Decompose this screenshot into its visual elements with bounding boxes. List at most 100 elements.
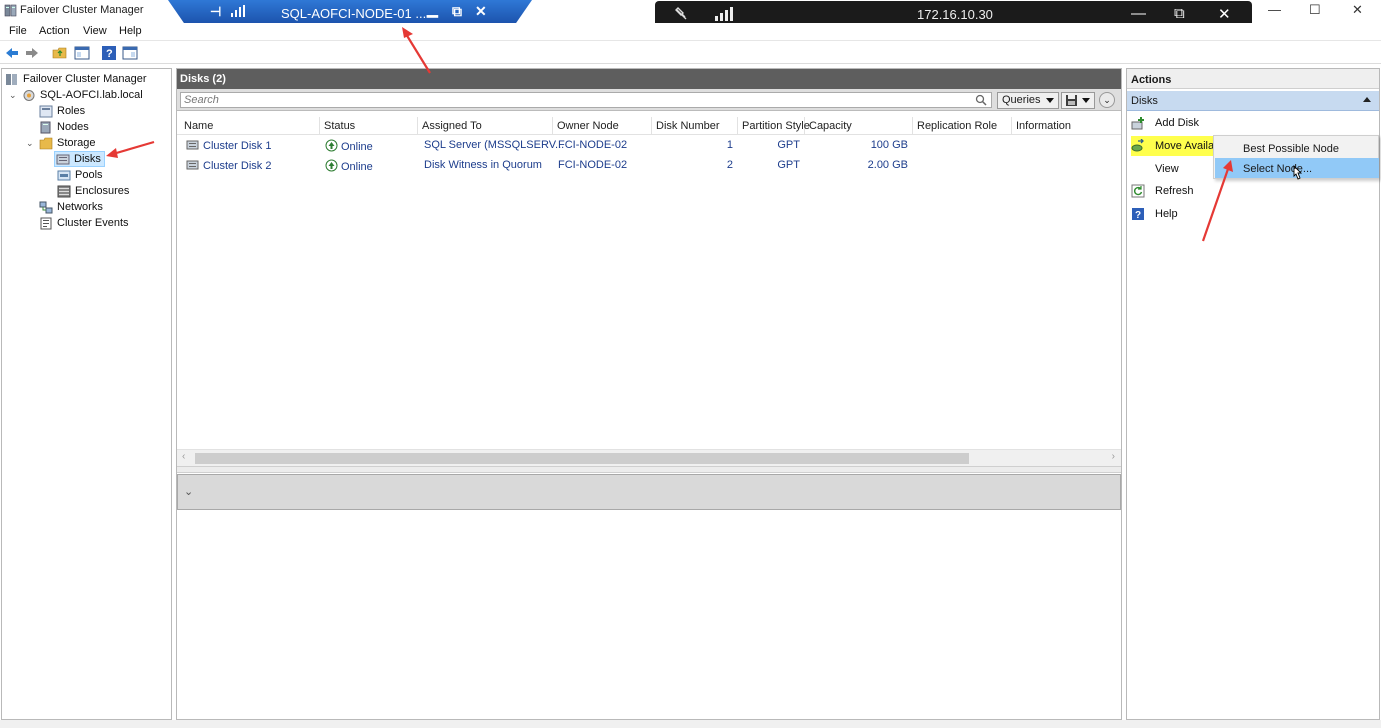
disk-status-cell: Online: [325, 139, 373, 153]
outer-close-button[interactable]: ✕: [1352, 2, 1363, 18]
tree-item-disks[interactable]: Disks: [54, 151, 105, 167]
unpin-icon[interactable]: [673, 6, 689, 22]
remote-restore-button[interactable]: ⧉: [1174, 5, 1185, 22]
column-header-name[interactable]: Name: [180, 117, 320, 135]
remote-minimize-button[interactable]: —: [1131, 5, 1146, 22]
column-header-owner-node[interactable]: Owner Node: [553, 117, 652, 135]
disk-name: Cluster Disk 2: [203, 160, 272, 172]
cluster-disk-icon: [186, 160, 199, 170]
tree-label: Disks: [74, 153, 101, 165]
pane-splitter[interactable]: [177, 466, 1121, 473]
rdp-restore-button[interactable]: ⧉: [452, 3, 462, 20]
tree-label: Cluster Events: [57, 217, 129, 229]
column-header-information[interactable]: Information: [1012, 117, 1121, 135]
toolbar: ?: [0, 42, 1381, 64]
tree-item-nodes[interactable]: Nodes: [39, 119, 89, 135]
show-hide-action-pane-icon[interactable]: [122, 45, 138, 61]
tree-item-enclosures[interactable]: Enclosures: [57, 183, 129, 199]
remote-host-address: 172.16.10.30: [917, 7, 993, 22]
menu-help[interactable]: Help: [119, 25, 142, 37]
rdp-minimize-button[interactable]: ▁: [427, 1, 438, 18]
search-placeholder: Search: [184, 94, 219, 106]
chevron-down-icon: [1046, 98, 1054, 103]
networks-icon: [39, 201, 53, 213]
refresh-icon: [1131, 184, 1145, 198]
scrollbar-thumb[interactable]: [195, 453, 969, 464]
cluster-manager-icon: [6, 73, 17, 85]
expand-details-chevron-icon[interactable]: ⌄: [184, 485, 193, 498]
actions-section-disks[interactable]: Disks: [1127, 91, 1379, 111]
status-bar: [0, 720, 1381, 728]
scroll-left-icon[interactable]: ‹: [182, 451, 185, 462]
disk-number: 2: [726, 159, 733, 171]
action-label: View: [1155, 163, 1179, 175]
queries-dropdown[interactable]: Queries: [997, 92, 1059, 109]
save-icon: [1066, 95, 1077, 106]
show-hide-console-tree-icon[interactable]: [74, 45, 90, 61]
horizontal-scrollbar[interactable]: ‹ ›: [177, 449, 1121, 466]
tree-item-cluster[interactable]: SQL-AOFCI.lab.local: [22, 87, 143, 103]
failover-cluster-app-icon: [4, 4, 17, 17]
column-header-replication-role[interactable]: Replication Role: [913, 117, 1012, 135]
tree-item-roles[interactable]: Roles: [39, 103, 85, 119]
menu-view[interactable]: View: [83, 25, 107, 37]
collapse-chevron-icon[interactable]: ⌄: [1099, 92, 1115, 108]
cluster-events-icon: [40, 217, 52, 229]
collapse-caret-icon[interactable]: [1363, 97, 1371, 102]
rdp-session-title: SQL-AOFCI-NODE-01 ...: [281, 6, 427, 21]
move-storage-icon: [1131, 139, 1144, 152]
remote-close-button[interactable]: ✕: [1218, 5, 1231, 23]
connection-signal-icon: [715, 7, 733, 21]
action-refresh[interactable]: Refresh: [1131, 181, 1375, 201]
disk-name-cell: Cluster Disk 1: [186, 139, 271, 152]
menu-file[interactable]: File: [9, 25, 27, 37]
tree-item-cluster-events[interactable]: Cluster Events: [39, 215, 129, 231]
search-toolbar: Search Queries ⌄: [177, 89, 1121, 111]
column-header-assigned-to[interactable]: Assigned To: [418, 117, 553, 135]
disk-assigned-to: Disk Witness in Quorum: [424, 159, 542, 171]
disk-owner-node: FCI-NODE-02: [558, 139, 628, 151]
search-input[interactable]: Search: [180, 92, 992, 108]
column-header-status[interactable]: Status: [320, 117, 418, 135]
tree-item-failover-cluster-manager[interactable]: Failover Cluster Manager: [5, 71, 147, 87]
rdp-pin-icon[interactable]: ⊣: [210, 4, 221, 20]
action-label: Refresh: [1155, 185, 1194, 197]
actions-title: Actions: [1127, 69, 1379, 89]
rdp-close-button[interactable]: ✕: [475, 3, 487, 20]
submenu-best-possible-node[interactable]: Best Possible Node: [1215, 138, 1379, 158]
column-header-partition-style[interactable]: Partition Style: [738, 117, 810, 135]
up-folder-icon[interactable]: [52, 45, 68, 61]
menu-bar: File Action View Help: [0, 23, 1381, 41]
outer-maximize-button[interactable]: ☐: [1309, 2, 1321, 18]
table-row[interactable]: Cluster Disk 1 Online SQL Server (MSSQLS…: [177, 136, 1121, 156]
results-header: Disks (2): [177, 69, 1121, 89]
menu-action[interactable]: Action: [39, 25, 70, 37]
outer-minimize-button[interactable]: —: [1268, 2, 1281, 17]
forward-arrow-icon[interactable]: [24, 45, 40, 61]
search-icon[interactable]: [975, 94, 987, 106]
save-query-button[interactable]: [1061, 92, 1095, 109]
disk-capacity: 2.00 GB: [867, 159, 908, 171]
tree-label: SQL-AOFCI.lab.local: [40, 89, 143, 101]
back-arrow-icon[interactable]: [4, 45, 20, 61]
enclosures-icon: [57, 185, 71, 197]
actions-section-label: Disks: [1131, 95, 1158, 107]
cluster-expand-chevron-icon[interactable]: ⌄: [9, 90, 17, 101]
disks-grid-header: Name Status Assigned To Owner Node Disk …: [177, 117, 1121, 135]
details-pane-header[interactable]: ⌄: [177, 474, 1121, 510]
action-move-available-storage[interactable]: Move Availa: [1131, 136, 1217, 156]
action-add-disk[interactable]: Add Disk: [1131, 113, 1375, 133]
action-help[interactable]: ? Help: [1131, 204, 1375, 224]
tree-item-pools[interactable]: Pools: [57, 167, 103, 183]
help-icon[interactable]: ?: [101, 45, 117, 61]
column-header-disk-number[interactable]: Disk Number: [652, 117, 738, 135]
add-disk-icon: [1131, 117, 1144, 130]
tree-item-storage[interactable]: Storage: [39, 135, 96, 151]
column-header-capacity[interactable]: Capacity: [805, 117, 913, 135]
help-icon: ?: [1132, 208, 1144, 221]
table-row[interactable]: Cluster Disk 2 Online Disk Witness in Qu…: [177, 156, 1121, 176]
storage-expand-chevron-icon[interactable]: ⌄: [26, 138, 34, 149]
console-tree: Failover Cluster Manager ⌄ SQL-AOFCI.lab…: [1, 68, 172, 720]
scroll-right-icon[interactable]: ›: [1112, 451, 1115, 462]
tree-item-networks[interactable]: Networks: [39, 199, 103, 215]
